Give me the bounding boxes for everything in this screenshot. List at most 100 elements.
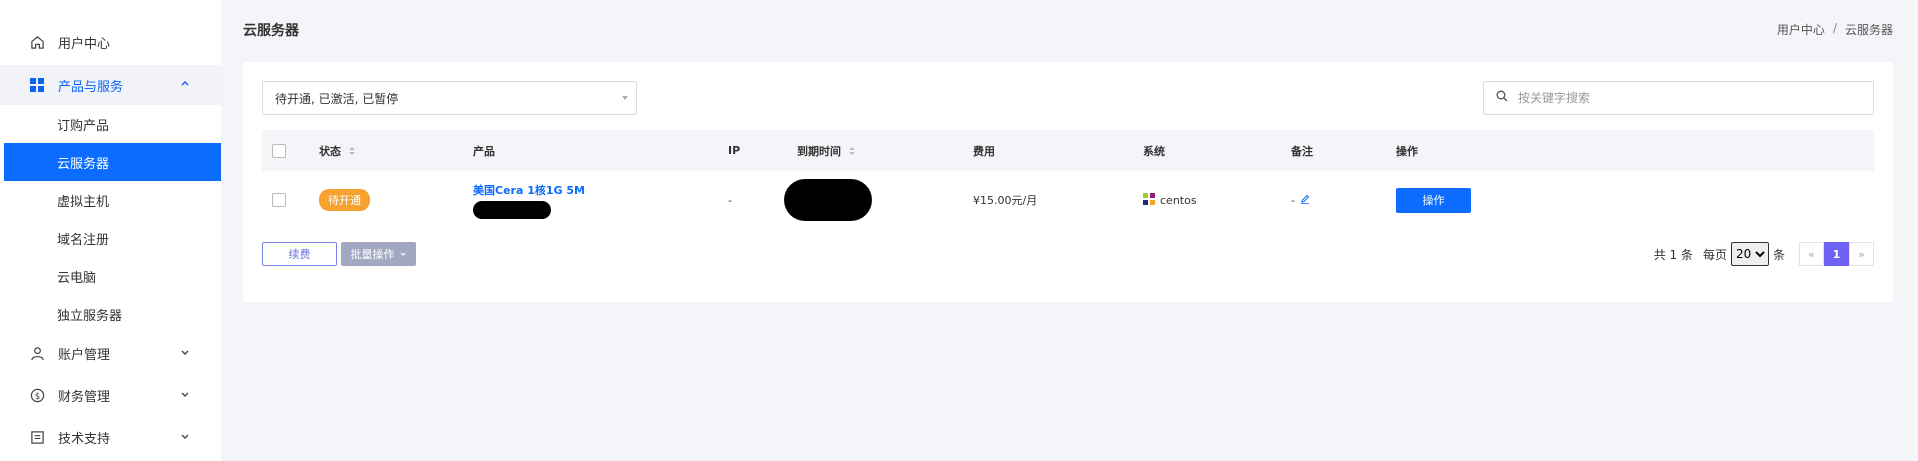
- th-system-label: 系统: [1143, 144, 1165, 158]
- sidebar-item-cloud-pc[interactable]: 云电脑: [4, 257, 221, 295]
- svg-text:$: $: [34, 390, 39, 400]
- per-page-label: 每页: [1702, 247, 1727, 262]
- td-expire: [784, 171, 872, 229]
- pagination: 共 1 条 每页 20 条 « 1 »: [1654, 242, 1874, 266]
- batch-actions-button[interactable]: 批量操作: [341, 242, 416, 266]
- sidebar-item-label: 虚拟主机: [57, 194, 110, 210]
- chevron-down-icon: [179, 388, 193, 402]
- nav-products-label: 产品与服务: [58, 79, 124, 95]
- page-title: 云服务器: [243, 23, 299, 39]
- nav-support-label: 技术支持: [58, 431, 111, 447]
- fee-value: ¥15.00元/月: [973, 194, 1038, 207]
- td-note: -: [1291, 171, 1310, 229]
- sort-icon: [349, 146, 355, 155]
- home-icon: [27, 32, 47, 52]
- th-note: 备注: [1291, 130, 1313, 171]
- nav-products[interactable]: 产品与服务: [0, 65, 221, 105]
- batch-actions-label: 批量操作: [350, 248, 395, 261]
- th-note-label: 备注: [1291, 144, 1313, 158]
- sidebar-item-label: 独立服务器: [57, 308, 123, 324]
- support-doc-icon: [27, 427, 47, 447]
- nav-finance[interactable]: $ 财务管理: [0, 376, 221, 414]
- nav-user-center-label: 用户中心: [58, 36, 111, 52]
- edit-icon[interactable]: [1300, 194, 1310, 207]
- search-input[interactable]: [1518, 91, 1858, 105]
- nav-account-label: 账户管理: [58, 347, 111, 363]
- th-status-label: 状态: [319, 144, 341, 158]
- sidebar-item-domain[interactable]: 域名注册: [4, 219, 221, 257]
- select-all-checkbox[interactable]: [272, 143, 286, 158]
- th-system: 系统: [1143, 130, 1165, 171]
- sort-icon: [849, 146, 855, 155]
- total-count: 共 1 条: [1653, 247, 1693, 262]
- nav-account[interactable]: 账户管理: [0, 334, 221, 372]
- th-product-label: 产品: [473, 144, 495, 158]
- th-expire[interactable]: 到期时间: [797, 130, 855, 171]
- td-action: 操作: [1396, 171, 1471, 229]
- breadcrumb: 用户中心 / 云服务器: [1777, 21, 1893, 38]
- breadcrumb-user-center[interactable]: 用户中心: [1777, 21, 1825, 38]
- sidebar-item-virtual-host[interactable]: 虚拟主机: [4, 181, 221, 219]
- centos-icon: [1143, 192, 1155, 208]
- td-ip: -: [728, 171, 732, 229]
- nav-finance-label: 财务管理: [58, 389, 111, 405]
- td-status: 待开通: [319, 171, 370, 229]
- table-header: 状态 产品 IP 到期时间 费用 系统 备注 操作: [262, 130, 1874, 171]
- row-action-button[interactable]: 操作: [1396, 187, 1471, 213]
- sidebar-item-order[interactable]: 订购产品: [4, 105, 221, 143]
- th-status[interactable]: 状态: [319, 130, 355, 171]
- table-row: 待开通 美国Cera 1核1G 5M - ¥15.00元/月 centos - …: [262, 171, 1874, 229]
- status-filter-select[interactable]: 待开通, 已激活, 已暂停: [262, 81, 637, 115]
- select-all-cell: [272, 130, 286, 171]
- chevron-down-icon: [179, 430, 193, 444]
- th-ip-label: IP: [728, 144, 741, 157]
- redacted-hostname: [473, 200, 551, 219]
- sidebar: 用户中心 产品与服务 订购产品 云服务器 虚拟主机 域名注册 云电脑 独立服务器…: [0, 0, 221, 461]
- per-page-select[interactable]: 20: [1730, 242, 1769, 266]
- dollar-icon: $: [27, 385, 47, 405]
- page-button-current[interactable]: 1: [1824, 242, 1849, 266]
- chevron-down-icon: [179, 346, 193, 360]
- grid-icon: [27, 75, 47, 95]
- th-action-label: 操作: [1396, 144, 1418, 158]
- td-fee: ¥15.00元/月: [973, 171, 1037, 229]
- ip-value: -: [728, 193, 732, 207]
- th-product: 产品: [473, 130, 495, 171]
- th-fee-label: 费用: [973, 144, 995, 158]
- th-ip: IP: [728, 130, 740, 171]
- th-fee: 费用: [973, 130, 995, 171]
- td-product: 美国Cera 1核1G 5M: [473, 171, 585, 229]
- note-value: -: [1291, 193, 1295, 207]
- search-box: [1483, 81, 1874, 115]
- redacted-expire-date: [784, 179, 872, 221]
- sidebar-item-label: 域名注册: [57, 232, 110, 248]
- user-icon: [27, 343, 47, 363]
- product-link[interactable]: 美国Cera 1核1G 5M: [473, 182, 585, 198]
- td-system: centos: [1143, 171, 1197, 229]
- next-page-button[interactable]: »: [1849, 242, 1874, 266]
- caret-down-icon: [622, 96, 628, 100]
- status-badge: 待开通: [319, 189, 370, 211]
- nav-support[interactable]: 技术支持: [0, 418, 221, 456]
- th-expire-label: 到期时间: [797, 144, 841, 158]
- per-page-suffix: 条: [1772, 247, 1785, 262]
- sidebar-item-label: 云服务器: [57, 156, 110, 172]
- sidebar-item-dedicated[interactable]: 独立服务器: [4, 295, 221, 333]
- row-checkbox[interactable]: [272, 193, 286, 207]
- breadcrumb-separator: /: [1832, 21, 1837, 35]
- status-filter-value: 待开通, 已激活, 已暂停: [275, 91, 399, 106]
- sidebar-item-cloud-server[interactable]: 云服务器: [4, 143, 221, 181]
- renew-button[interactable]: 续费: [262, 242, 337, 266]
- row-select-cell: [272, 171, 286, 229]
- nav-user-center[interactable]: 用户中心: [0, 23, 221, 61]
- content-card: 待开通, 已激活, 已暂停 状态 产品 IP 到期时间 费用 系统 备注 操作: [243, 62, 1893, 302]
- chevron-up-icon: [179, 77, 193, 91]
- system-value: centos: [1160, 193, 1197, 207]
- th-action: 操作: [1396, 130, 1418, 171]
- sidebar-item-label: 云电脑: [57, 270, 97, 286]
- chevron-down-icon: [399, 248, 407, 261]
- prev-page-button[interactable]: «: [1799, 242, 1824, 266]
- sidebar-item-label: 订购产品: [57, 118, 110, 134]
- search-icon: [1496, 90, 1508, 106]
- breadcrumb-cloud-server: 云服务器: [1844, 23, 1893, 37]
